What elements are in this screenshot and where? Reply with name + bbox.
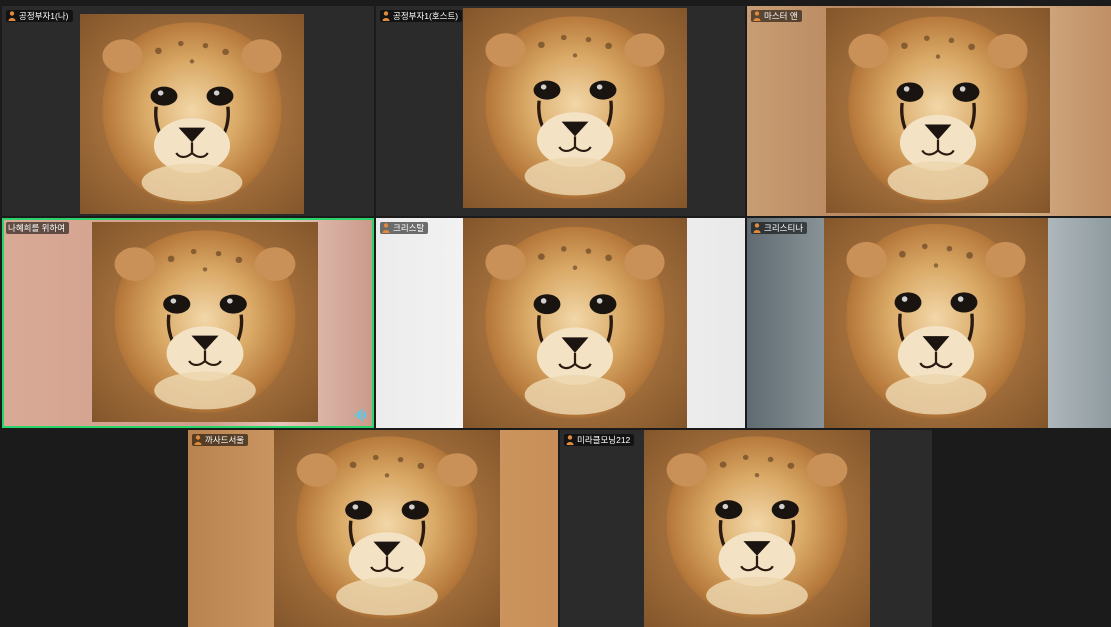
participant-name: 나혜희를 위하여 [8,223,66,233]
person-silhouette-icon [194,435,202,445]
participant-tile-5[interactable]: 크리스탈 [376,218,745,428]
participant-video [463,8,687,208]
participant-video [463,218,687,428]
participant-tile-8[interactable]: 미라클모닝212 [560,430,932,627]
participant-video [274,430,500,627]
participant-name-tag: 크리스티나 [751,222,808,234]
participant-tile-7[interactable]: 까사드서울 [188,430,558,627]
participant-name-tag: 까사드서울 [192,434,249,446]
participant-name: 마스터 앤 [764,11,798,21]
participant-name: 공정부자1(나) [19,11,69,21]
participant-name-tag: 크리스탈 [380,222,429,234]
participant-video [80,14,304,214]
participant-name: 공정부자1(호스트) [393,11,459,21]
participant-video [644,430,870,627]
person-silhouette-icon [382,11,390,21]
participant-name-tag: 나혜희를 위하여 [6,222,70,234]
audio-waveform-icon [355,409,366,421]
participant-video [826,8,1050,213]
participant-tile-1[interactable]: 공정부자1(나) [2,6,374,216]
video-gallery: 공정부자1(나) 공정부자1(호스트) 마스터 앤 나혜희를 위하여 크리스탈 … [0,0,1111,627]
participant-name-tag: 마스터 앤 [751,10,802,22]
participant-tile-6[interactable]: 크리스티나 [747,218,1111,428]
participant-tile-2[interactable]: 공정부자1(호스트) [376,6,745,216]
participant-tile-3[interactable]: 마스터 앤 [747,6,1111,216]
participant-name-tag: 미라클모닝212 [564,434,635,446]
person-silhouette-icon [753,223,761,233]
person-silhouette-icon [753,11,761,21]
participant-name: 까사드서울 [205,435,245,445]
participant-name: 크리스티나 [764,223,804,233]
participant-name: 크리스탈 [393,223,425,233]
participant-name: 미라클모닝212 [577,435,631,445]
person-silhouette-icon [382,223,390,233]
participant-video [824,218,1048,428]
participant-name-tag: 공정부자1(나) [6,10,73,22]
participant-name-tag: 공정부자1(호스트) [380,10,463,22]
participant-tile-4[interactable]: 나혜희를 위하여 [2,218,374,428]
participant-video [92,222,318,422]
person-silhouette-icon [566,435,574,445]
person-silhouette-icon [8,11,16,21]
